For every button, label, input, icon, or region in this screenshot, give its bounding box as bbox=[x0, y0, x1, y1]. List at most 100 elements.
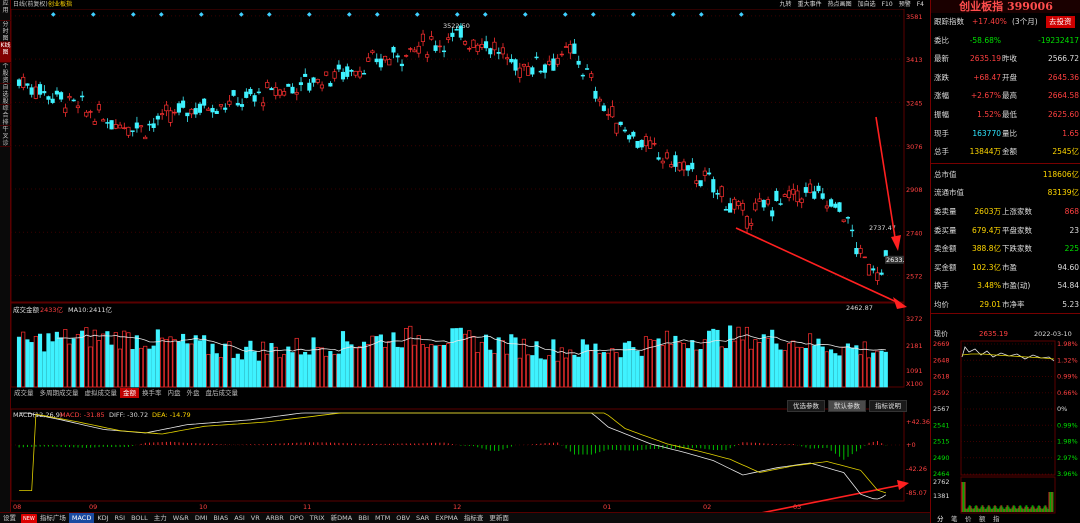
volume-bar bbox=[858, 354, 863, 388]
toolbar-button-6[interactable]: F4 bbox=[917, 0, 924, 9]
candle-body bbox=[193, 108, 198, 115]
candle-body bbox=[690, 162, 695, 170]
toolbar-button-5[interactable]: 预警 bbox=[899, 0, 911, 9]
candle-body bbox=[88, 111, 93, 113]
candle-body bbox=[84, 111, 89, 117]
volume-tab-6[interactable]: 外盘 bbox=[184, 388, 203, 398]
indicator-tab-4[interactable]: RSI bbox=[112, 513, 129, 523]
month-label: 11 bbox=[303, 503, 311, 511]
volume-tab-1[interactable]: 多周期成交量 bbox=[37, 388, 82, 398]
mini-tab-1[interactable]: 笔 bbox=[951, 514, 958, 523]
macd-button-2[interactable]: 指标说明 bbox=[869, 400, 907, 412]
side-tab-1[interactable]: 分时图 bbox=[0, 21, 11, 42]
indicator-tab-7[interactable]: W&R bbox=[170, 513, 192, 523]
indicator-tab-15[interactable]: 新DMA bbox=[328, 513, 356, 523]
intraday-chart[interactable]: 现价 2635.19 2022-03-10 2669 1.98% 2648 1.32% 261… bbox=[931, 327, 1080, 523]
mini-left-tick: 2567 bbox=[933, 405, 950, 413]
volume-tab-5[interactable]: 内盘 bbox=[165, 388, 184, 398]
indicator-tab-1[interactable]: 指标广场 bbox=[37, 513, 69, 523]
indicator-tab-3[interactable]: KDJ bbox=[94, 513, 111, 523]
indicator-tab-2[interactable]: MACD bbox=[68, 513, 95, 523]
volume-bar bbox=[690, 340, 695, 388]
dif-line bbox=[19, 412, 887, 500]
toolbar-button-3[interactable]: 加自选 bbox=[858, 0, 876, 9]
volume-title: 成交金额 bbox=[13, 305, 40, 314]
invest-button[interactable]: 去投资 bbox=[1046, 16, 1075, 28]
side-tab-4[interactable]: 自选股 bbox=[0, 84, 11, 105]
toolbar-button-1[interactable]: 重大事件 bbox=[798, 0, 822, 9]
indicator-tab-19[interactable]: SAR bbox=[413, 513, 432, 523]
month-label: 03 bbox=[793, 503, 801, 511]
mini-tab-4[interactable]: 指 bbox=[993, 514, 1000, 523]
mini-tab-0[interactable]: 分 bbox=[937, 514, 944, 523]
volume-bar bbox=[782, 350, 787, 388]
candle-body bbox=[412, 49, 417, 53]
volume-bar bbox=[21, 331, 26, 388]
quote-value-2: 118606亿 bbox=[1042, 169, 1079, 179]
candle-body bbox=[378, 58, 383, 68]
side-tab-5[interactable]: 综合排名 bbox=[0, 105, 11, 126]
candle-body bbox=[606, 114, 611, 116]
side-tab-6[interactable]: 牛叉诊断 bbox=[0, 126, 11, 147]
volume-tab-0[interactable]: 成交量 bbox=[11, 388, 37, 398]
macd-button-0[interactable]: 优选参数 bbox=[787, 400, 825, 412]
volume-bar bbox=[614, 352, 619, 388]
indicator-tab-11[interactable]: VR bbox=[248, 513, 263, 523]
indicator-tab-20[interactable]: EXPMA bbox=[432, 513, 461, 523]
volume-bar bbox=[416, 335, 421, 388]
side-tab-2[interactable]: K线图 bbox=[0, 42, 11, 63]
volume-bar bbox=[109, 344, 114, 388]
volume-tab-4[interactable]: 换手率 bbox=[139, 388, 165, 398]
toolbar-button-0[interactable]: 九转 bbox=[780, 0, 792, 9]
indicator-tab-22[interactable]: 更新面 bbox=[486, 513, 512, 523]
indicator-tab-21[interactable]: 指标查 bbox=[461, 513, 487, 523]
cycle-label[interactable]: 日线(前复权) bbox=[13, 0, 48, 9]
volume-bar bbox=[206, 354, 211, 388]
indicator-tab-6[interactable]: 主力 bbox=[151, 513, 170, 523]
side-tab-0[interactable]: 应用 bbox=[0, 0, 11, 21]
mini-tab-2[interactable]: 价 bbox=[965, 515, 972, 523]
event-marker: ◆ bbox=[347, 11, 352, 18]
indicator-tab-8[interactable]: DMI bbox=[192, 513, 211, 523]
indicator-tab-0[interactable]: 设置 bbox=[0, 513, 19, 523]
event-marker: ◆ bbox=[375, 11, 380, 18]
volume-bar bbox=[871, 352, 876, 388]
kline-chart[interactable]: 3581 3413 3245 3076 2908 2740 2572 ◆ ◆ ◆ ◆ ◆ ◆ ◆ ◆ ◆ ◆ ◆ ◆… bbox=[11, 9, 930, 512]
volume-bar bbox=[795, 346, 800, 388]
candle-body bbox=[740, 203, 745, 211]
toolbar-button-4[interactable]: F10 bbox=[882, 0, 893, 9]
indicator-tab-5[interactable]: BOLL bbox=[128, 513, 151, 523]
macd-button-1[interactable]: 默认参数 bbox=[828, 400, 866, 412]
candle-body bbox=[231, 90, 236, 96]
volume-tab-2[interactable]: 虚拟成交量 bbox=[82, 388, 121, 398]
indicator-tab-12[interactable]: ARBR bbox=[263, 513, 287, 523]
indicator-tab-14[interactable]: TRIX bbox=[307, 513, 328, 523]
indicator-tab-9[interactable]: BIAS bbox=[210, 513, 231, 523]
top-toolbar: 九转 重大事件 热点画图 加自选 F10 预警 F4 bbox=[774, 0, 924, 9]
mini-tab-3[interactable]: 额 bbox=[979, 514, 986, 523]
volume-bar bbox=[101, 333, 106, 388]
volume-tab-7[interactable]: 盘后成交量 bbox=[203, 388, 242, 398]
volume-bar bbox=[500, 340, 505, 388]
panel-divider bbox=[931, 313, 1080, 314]
indicator-tab-17[interactable]: MTM bbox=[372, 513, 393, 523]
indicator-tab-18[interactable]: OBV bbox=[393, 513, 413, 523]
volume-bar bbox=[534, 341, 539, 388]
candle-body bbox=[774, 190, 779, 202]
indicator-tab-16[interactable]: BBI bbox=[355, 513, 372, 523]
volume-bar bbox=[269, 343, 274, 388]
candle-body bbox=[181, 100, 186, 108]
volume-bar bbox=[854, 345, 859, 388]
volume-tab-3[interactable]: 金额 bbox=[120, 388, 139, 398]
volume-bar bbox=[412, 344, 417, 388]
month-label: 12 bbox=[453, 503, 461, 511]
indicator-tab-10[interactable]: ASI bbox=[231, 513, 248, 523]
quote-row: 买金额 102.3亿 市盈 94.60 bbox=[934, 260, 1079, 276]
event-marker: ◆ bbox=[631, 11, 636, 18]
candle-body bbox=[799, 198, 804, 203]
indicator-tab-13[interactable]: DPO bbox=[287, 513, 307, 523]
mini-right-tick: 2.97% bbox=[1057, 454, 1078, 462]
volume-bar bbox=[387, 341, 392, 388]
side-tab-3[interactable]: 个股资料 bbox=[0, 63, 11, 84]
toolbar-button-2[interactable]: 热点画图 bbox=[828, 0, 852, 9]
